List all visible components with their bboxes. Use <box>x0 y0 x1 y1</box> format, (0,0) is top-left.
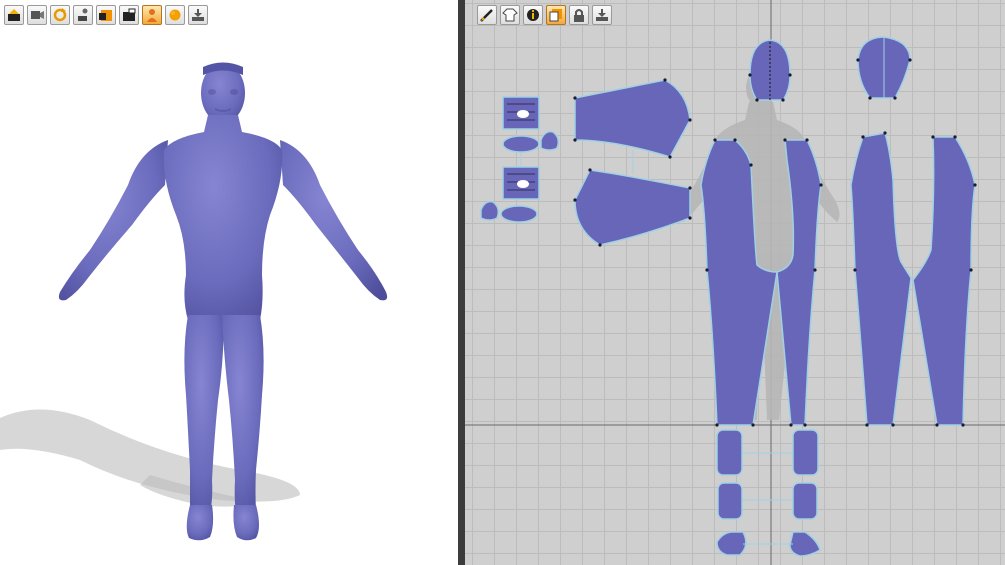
foot-piece-right <box>789 531 821 557</box>
leg-cuff-right-2 <box>792 482 818 520</box>
simulate-icon <box>8 9 20 21</box>
hand-piece-top-2 <box>502 135 540 153</box>
texture-2d-button[interactable] <box>546 5 566 25</box>
show-avatar-icon <box>147 9 157 22</box>
sleeve-top <box>574 79 691 158</box>
hand-thumb-top <box>540 130 560 151</box>
texture-icon <box>549 9 562 22</box>
export-2d-button[interactable] <box>592 5 612 25</box>
sync-button[interactable] <box>50 5 70 25</box>
export-button[interactable] <box>188 5 208 25</box>
hand-piece-bottom-2 <box>500 205 538 223</box>
leg-cuff-left-1 <box>716 429 743 476</box>
simulate-button[interactable] <box>4 5 24 25</box>
garment-button[interactable] <box>500 5 520 25</box>
info-button[interactable] <box>523 5 543 25</box>
texture-button[interactable] <box>96 5 116 25</box>
texture-icon <box>99 10 112 21</box>
record-icon <box>31 11 44 19</box>
leg-cuff-right-1 <box>792 429 819 476</box>
leg-cuff-left-2 <box>717 482 743 520</box>
edit-pattern-button[interactable] <box>477 5 497 25</box>
pattern-canvas <box>465 0 1005 565</box>
export-icon <box>192 9 204 21</box>
edit-pattern-icon <box>480 9 493 22</box>
foot-piece-left <box>716 531 747 556</box>
pattern-pieces <box>480 36 976 557</box>
record-button[interactable] <box>27 5 47 25</box>
sleeve-bottom <box>574 169 691 246</box>
viewport-divider[interactable] <box>458 0 465 565</box>
back-body-right <box>912 136 976 426</box>
lock-button[interactable] <box>569 5 589 25</box>
show-garment-icon <box>169 9 181 21</box>
hand-thumb-bottom <box>480 200 500 221</box>
3d-viewport[interactable] <box>0 0 458 565</box>
camera-icon <box>123 8 136 21</box>
show-avatar-button[interactable] <box>142 5 162 25</box>
info-icon <box>527 9 539 21</box>
camera-button[interactable] <box>119 5 139 25</box>
avatar-scene <box>0 62 388 541</box>
show-garment-button[interactable] <box>165 5 185 25</box>
lock-icon <box>574 9 584 22</box>
garment-icon <box>502 8 518 22</box>
2d-pattern-viewport[interactable] <box>465 0 1005 565</box>
3d-toolbar <box>4 5 208 25</box>
back-body-left <box>850 132 912 426</box>
sync-icon <box>53 8 67 22</box>
avatar-pose-icon <box>78 8 88 21</box>
avatar-pose-button[interactable] <box>73 5 93 25</box>
export-icon <box>596 9 608 21</box>
2d-toolbar <box>477 5 612 25</box>
